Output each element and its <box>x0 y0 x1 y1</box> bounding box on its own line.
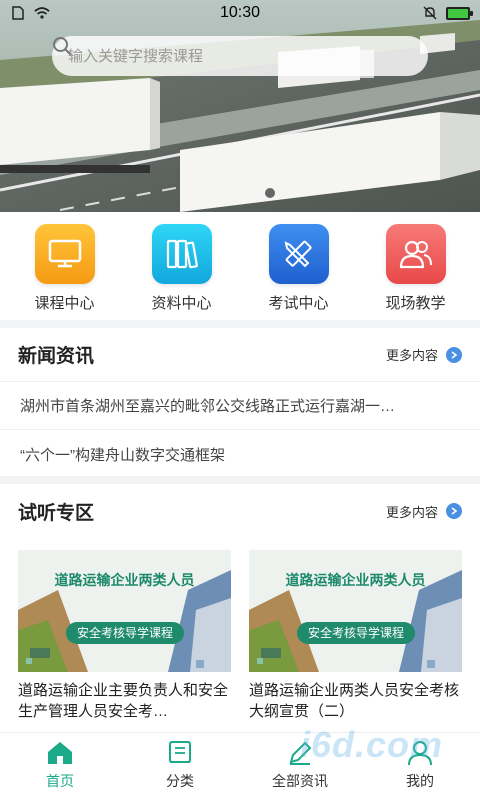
sim-icon <box>10 6 26 20</box>
trial-header: 试听专区 更多内容 <box>0 484 480 538</box>
quick-item-resource-center[interactable]: 资料中心 <box>127 224 237 320</box>
quick-label: 考试中心 <box>268 295 329 312</box>
news-item-text: 湖州市首条湖州至嘉兴的毗邻公交线路正式运行嘉湖一… <box>20 398 396 415</box>
carousel-indicator[interactable] <box>265 188 275 198</box>
course-thumbnail: 道路运输企业两类人员 安全考核导学课程 <box>18 550 231 672</box>
users-icon <box>385 224 446 284</box>
wifi-icon <box>34 6 50 20</box>
nav-label: 全部资讯 <box>272 773 328 789</box>
thumbnail-title: 道路运输企业两类人员 <box>54 572 195 588</box>
search-input[interactable] <box>68 47 368 65</box>
nav-home[interactable]: 首页 <box>5 733 115 800</box>
chevron-right-icon <box>446 346 462 363</box>
nav-label: 分类 <box>166 773 194 789</box>
thumbnail-title: 道路运输企业两类人员 <box>285 572 426 588</box>
trial-more-link[interactable]: 更多内容 <box>386 502 462 521</box>
news-header: 新闻资讯 更多内容 <box>0 328 480 382</box>
nav-label: 首页 <box>46 773 74 789</box>
quick-menu: 课程中心 资料中心 考试中心 现场教学 <box>0 212 480 320</box>
section-title: 新闻资讯 <box>18 346 95 367</box>
user-icon <box>406 739 434 767</box>
quick-item-exam-center[interactable]: 考试中心 <box>244 224 354 320</box>
more-label: 更多内容 <box>385 504 438 520</box>
monitor-icon <box>34 224 95 284</box>
status-time: 10:30 <box>219 4 261 21</box>
search-icon <box>53 37 71 55</box>
edit-icon <box>286 739 314 767</box>
news-item[interactable]: “六个一”构建舟山数字交通框架 <box>0 430 480 478</box>
banner-carousel[interactable] <box>0 0 480 212</box>
battery-icon <box>445 6 473 20</box>
search-bar[interactable] <box>52 36 428 76</box>
home-icon <box>46 739 74 767</box>
mute-bell-icon <box>422 6 438 20</box>
course-cards: 道路运输企业两类人员 安全考核导学课程 道路运输企业主要负责人和安全生产管理人员… <box>0 538 480 722</box>
quick-label: 资料中心 <box>151 295 212 312</box>
news-item-text: “六个一”构建舟山数字交通框架 <box>20 446 225 464</box>
news-item[interactable]: 湖州市首条湖州至嘉兴的毗邻公交线路正式运行嘉湖一… <box>0 382 480 430</box>
pencil-ruler-icon <box>268 224 329 284</box>
news-more-link[interactable]: 更多内容 <box>386 345 462 364</box>
thumbnail-badge: 安全考核导学课程 <box>66 622 184 644</box>
news-section: 新闻资讯 更多内容 湖州市首条湖州至嘉兴的毗邻公交线路正式运行嘉湖一… “六个一… <box>0 328 480 476</box>
more-label: 更多内容 <box>385 348 438 363</box>
course-card[interactable]: 道路运输企业两类人员 安全考核导学课程 道路运输企业两类人员安全考核大纲宣贯（二… <box>249 550 462 722</box>
chevron-right-icon <box>446 503 462 519</box>
nav-mine[interactable]: 我的 <box>365 733 475 800</box>
book-icon <box>166 739 194 767</box>
status-bar: 10:30 <box>0 0 480 26</box>
course-card[interactable]: 道路运输企业两类人员 安全考核导学课程 道路运输企业主要负责人和安全生产管理人员… <box>18 550 231 722</box>
section-title: 试听专区 <box>18 502 95 524</box>
nav-label: 我的 <box>406 773 434 789</box>
quick-label: 现场教学 <box>385 295 446 312</box>
course-thumbnail: 道路运输企业两类人员 安全考核导学课程 <box>249 550 462 672</box>
thumbnail-badge: 安全考核导学课程 <box>297 622 415 644</box>
course-title: 道路运输企业主要负责人和安全生产管理人员安全考… <box>18 682 229 720</box>
banner-image <box>0 0 480 212</box>
nav-all-news[interactable]: 全部资讯 <box>245 733 355 800</box>
quick-item-course-center[interactable]: 课程中心 <box>10 224 120 320</box>
trial-section: 试听专区 更多内容 道路运输企业两类人员 安全考核导学课程 道路运输企业主要负责… <box>0 484 480 732</box>
course-title: 道路运输企业两类人员安全考核大纲宣贯（二） <box>249 682 460 720</box>
quick-label: 课程中心 <box>34 295 95 312</box>
bottom-nav: 首页 分类 全部资讯 我的 <box>0 732 480 800</box>
books-icon <box>151 224 212 284</box>
nav-category[interactable]: 分类 <box>125 733 235 800</box>
quick-item-onsite-teaching[interactable]: 现场教学 <box>361 224 471 320</box>
